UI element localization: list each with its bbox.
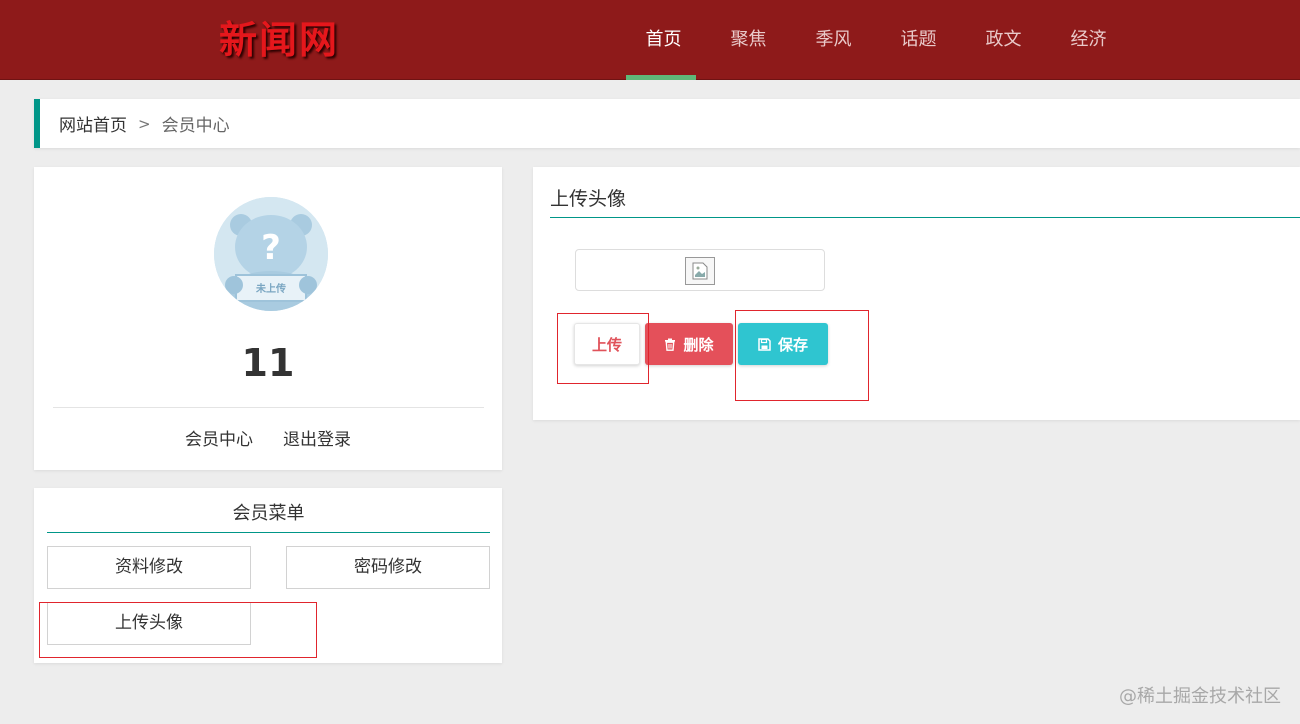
nav-item-politics[interactable]: 政文: [961, 0, 1046, 80]
breadcrumb-home-link[interactable]: 网站首页: [59, 111, 127, 136]
avatar: ? 未上传: [214, 197, 328, 311]
edit-profile-button[interactable]: 资料修改: [47, 546, 251, 589]
member-center-link[interactable]: 会员中心: [185, 425, 253, 450]
upload-button-label: 上传: [591, 335, 622, 354]
nav-item-topics[interactable]: 话题: [876, 0, 961, 80]
nav-item-focus[interactable]: 聚焦: [706, 0, 791, 80]
breadcrumb-current: 会员中心: [161, 116, 230, 136]
save-button-label: 保存: [777, 335, 808, 354]
nav-item-home[interactable]: 首页: [621, 0, 706, 80]
logout-link[interactable]: 退出登录: [283, 425, 351, 450]
breadcrumb-separator: >: [138, 114, 151, 133]
upload-avatar-panel: 上传头像 上传 删除 保存: [533, 167, 1300, 420]
profile-divider: [53, 407, 484, 408]
upload-avatar-menu-button[interactable]: 上传头像: [47, 602, 251, 645]
avatar-preview: [575, 249, 825, 291]
site-logo[interactable]: 新闻网: [219, 18, 339, 62]
member-menu-title: 会员菜单: [47, 500, 490, 533]
nav-item-economy[interactable]: 经济: [1046, 0, 1131, 80]
nav-item-monsoon[interactable]: 季风: [791, 0, 876, 80]
profile-links: 会员中心 退出登录: [34, 425, 502, 450]
delete-button[interactable]: 删除: [645, 323, 733, 365]
top-header: 新闻网 首页 聚焦 季风 话题 政文 经济: [0, 0, 1300, 80]
delete-button-label: 删除: [683, 335, 714, 354]
member-menu-card: 会员菜单 资料修改 密码修改 上传头像: [34, 488, 502, 663]
username: 11: [241, 341, 295, 385]
save-button[interactable]: 保存: [738, 323, 828, 365]
upload-panel-title: 上传头像: [550, 185, 1300, 218]
profile-card: ? 未上传 11 会员中心 退出登录: [34, 167, 502, 470]
broken-image-icon: [685, 257, 715, 285]
main-nav: 首页 聚焦 季风 话题 政文 经济: [621, 0, 1131, 80]
change-password-button[interactable]: 密码修改: [286, 546, 490, 589]
watermark: @稀土掘金技术社区: [1119, 686, 1281, 707]
svg-text:?: ?: [261, 228, 281, 268]
upload-button[interactable]: 上传: [574, 323, 640, 365]
floppy-disk-icon: [758, 337, 771, 351]
avatar-placeholder-text: 未上传: [256, 284, 286, 295]
breadcrumb: 网站首页 > 会员中心: [34, 99, 1300, 148]
trash-icon: [665, 338, 676, 351]
